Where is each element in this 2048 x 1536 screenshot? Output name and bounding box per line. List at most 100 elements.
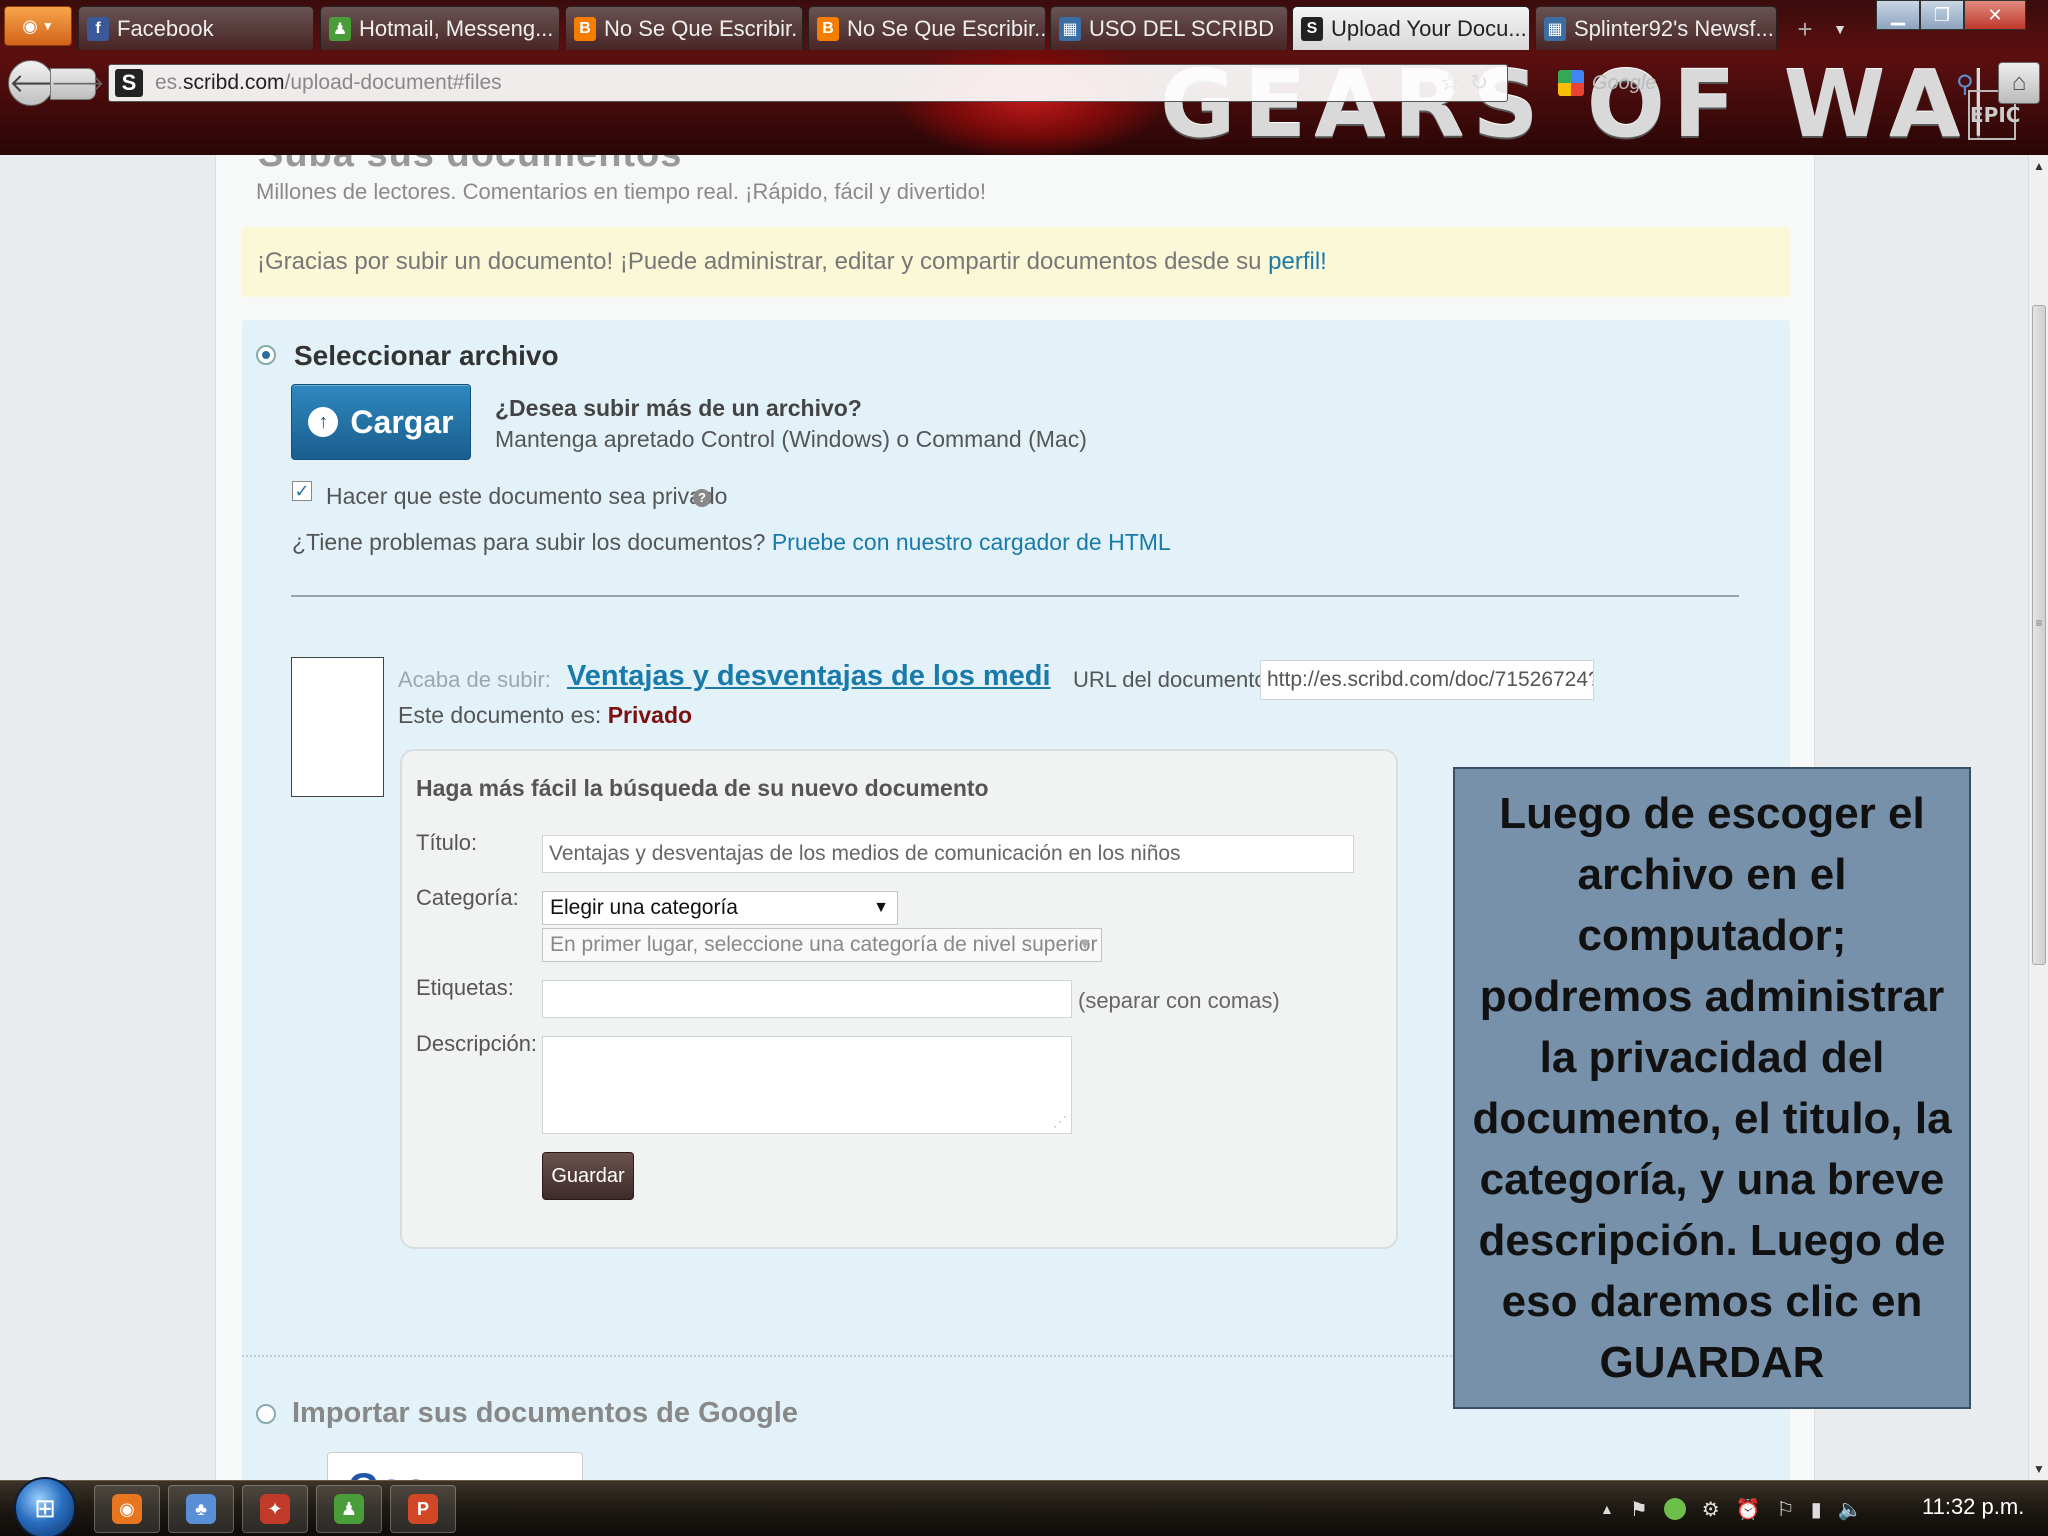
search-icon[interactable]: ⚲ [1956, 70, 1974, 99]
privacy-label: Este documento es: [398, 702, 608, 728]
browser-tab[interactable]: S Upload Your Docu...✕ [1292, 6, 1530, 50]
browser-tab[interactable]: ♟ Hotmail, Messeng... [320, 6, 560, 50]
search-bar[interactable]: Google [1552, 64, 1992, 102]
document-url-field[interactable]: http://es.scribd.com/doc/71526724?s [1260, 660, 1594, 700]
html-uploader-link[interactable]: Pruebe con nuestro cargador de HTML [772, 529, 1171, 555]
tutorial-annotation: Luego de escoger el archivo en el comput… [1453, 767, 1971, 1409]
success-notice: ¡Gracias por subir un documento! ¡Puede … [242, 227, 1790, 297]
firefox-icon: ◉ [22, 15, 38, 36]
document-title-link[interactable]: Ventajas y desventajas de los medi [567, 660, 1051, 693]
url-bar[interactable]: S es.scribd.com/upload-document#files [108, 64, 1508, 102]
vertical-scrollbar[interactable]: ▲ ▼ [2028, 155, 2048, 1480]
update-icon[interactable]: ⚙ [1702, 1497, 1720, 1522]
description-textarea[interactable]: ⋰ [542, 1036, 1072, 1134]
taskbar-app-button[interactable]: ♟ [316, 1485, 382, 1533]
firefox-icon: ◉ [112, 1494, 142, 1524]
description-label: Descripción: [416, 1031, 538, 1056]
volume-icon[interactable]: 🔈 [1838, 1497, 1863, 1522]
multi-upload-question: ¿Desea subir más de un archivo? [495, 395, 862, 421]
url-actions: ☆ ↻ [1440, 64, 1560, 102]
minimize-button[interactable]: ▁ [1876, 0, 1920, 30]
select-file-title: Seleccionar archivo [294, 340, 559, 371]
document-url-label: URL del documento: [1073, 667, 1273, 692]
back-button[interactable]: 🡐 [8, 60, 79, 106]
blogger-icon: B [817, 16, 839, 41]
browser-tab[interactable]: B No Se Que Escribir... [808, 6, 1046, 50]
search-placeholder: Google [1592, 71, 1657, 94]
site-icon: ▦ [1544, 16, 1566, 41]
close-window-button[interactable]: ✕ [1964, 0, 2026, 30]
dropdown-arrow-icon: ▼ [1077, 936, 1093, 953]
subcategory-select[interactable]: En primer lugar, seleccione una categorí… [542, 928, 1102, 962]
scribd-site-icon: S [115, 69, 143, 97]
just-uploaded-label: Acaba de subir: [398, 667, 551, 692]
firefox-menu-button[interactable]: ◉ ▼ [4, 6, 72, 46]
page-title: Suba sus documentos [258, 155, 682, 176]
bookmark-star-icon[interactable]: ☆ [1440, 70, 1460, 96]
help-icon[interactable]: ? [693, 489, 711, 507]
browser-tab[interactable]: B No Se Que Escribir. [565, 6, 803, 50]
close-tab-icon[interactable]: ✕ [1527, 16, 1529, 41]
tab-bar: ◉ ▼ f Facebook ♟ Hotmail, Messeng... B No Se … [0, 0, 2048, 52]
document-privacy-status: Este documento es: Privado [398, 702, 692, 729]
taskbar-clock[interactable]: 11:32 p.m. [1922, 1494, 2024, 1520]
save-button[interactable]: Guardar [542, 1152, 634, 1200]
messenger-icon: ♟ [334, 1494, 364, 1524]
category-label: Categoría: [416, 885, 519, 910]
start-button[interactable]: ⊞ [14, 1477, 76, 1536]
users-icon: ♣ [186, 1494, 216, 1524]
tab-list-button[interactable]: ▼ [1830, 14, 1850, 44]
action-center-flag-icon[interactable]: ⚐ [1777, 1497, 1795, 1522]
private-label: Hacer que este documento sea privado [326, 483, 728, 509]
select-file-radio[interactable] [256, 345, 276, 365]
reload-icon[interactable]: ↻ [1470, 70, 1488, 96]
dotted-divider [242, 1355, 1472, 1357]
browser-tab-label: Splinter92's Newsf... [1574, 15, 1774, 41]
chevron-down-icon: ▼ [41, 19, 54, 33]
tags-label: Etiquetas: [416, 975, 514, 1000]
google-engine-icon[interactable] [1558, 70, 1584, 96]
home-button[interactable]: ⌂ [1998, 62, 2040, 104]
taskbar-app-button[interactable]: ✦ [242, 1485, 308, 1533]
scroll-down-icon[interactable]: ▼ [2029, 1462, 2048, 1476]
category-select[interactable]: Elegir una categoría ▼ [542, 891, 898, 925]
flash-icon: ✦ [260, 1494, 290, 1524]
site-icon: ▦ [1059, 16, 1081, 41]
resize-grip-icon[interactable]: ⋰ [1053, 1113, 1067, 1130]
show-hidden-icons-icon[interactable]: ▲ [1600, 1501, 1614, 1517]
privacy-value: Privado [607, 702, 693, 728]
facebook-icon: f [87, 16, 109, 41]
browser-chrome: GEARS OF WAR EPIC ◉ ▼ f Facebook ♟ Hotmail,… [0, 0, 2048, 155]
alarm-icon[interactable]: ⏰ [1736, 1497, 1761, 1522]
tags-input[interactable] [542, 980, 1072, 1018]
forward-button[interactable]: 🡒 [50, 68, 105, 100]
new-tab-button[interactable]: + [1790, 12, 1820, 46]
scroll-thumb[interactable] [2032, 305, 2046, 965]
url-text: es.scribd.com/upload-document#files [155, 71, 502, 94]
document-thumbnail[interactable] [291, 657, 384, 797]
upload-trouble-text: ¿Tiene problemas para subir los document… [292, 529, 1171, 556]
taskbar-app-button[interactable]: ◉ [94, 1485, 160, 1533]
title-input[interactable]: Ventajas y desventajas de los medios de … [542, 835, 1354, 873]
messenger-icon: ♟ [329, 16, 351, 41]
browser-tab[interactable]: ▦ Splinter92's Newsf... [1535, 6, 1777, 50]
scribd-icon: S [1301, 16, 1323, 41]
page-subtitle: Millones de lectores. Comentarios en tie… [256, 179, 986, 204]
scroll-up-icon[interactable]: ▲ [2029, 159, 2048, 173]
profile-link[interactable]: perfil! [1268, 248, 1327, 275]
google-import-radio[interactable] [256, 1404, 276, 1424]
maximize-button[interactable]: ❐ [1920, 0, 1964, 30]
blogger-icon: B [574, 16, 596, 41]
signal-icon[interactable]: ▮ [1811, 1497, 1822, 1522]
upload-button[interactable]: ↑ Cargar [291, 384, 471, 460]
browser-tab[interactable]: f Facebook [78, 6, 314, 50]
metadata-form-title: Haga más fácil la búsqueda de su nuevo d… [416, 775, 989, 801]
private-checkbox[interactable]: ✓ [292, 481, 312, 501]
taskbar-app-button[interactable]: P [390, 1485, 456, 1533]
browser-tab[interactable]: ▦ USO DEL SCRIBD [1050, 6, 1288, 50]
title-label: Título: [416, 830, 478, 855]
network-adapter-icon[interactable]: ⚑ [1630, 1497, 1648, 1522]
multi-upload-hint: Mantenga apretado Control (Windows) o Co… [495, 426, 1087, 452]
green-status-icon[interactable] [1663, 1498, 1686, 1520]
taskbar-app-button[interactable]: ♣ [168, 1485, 234, 1533]
